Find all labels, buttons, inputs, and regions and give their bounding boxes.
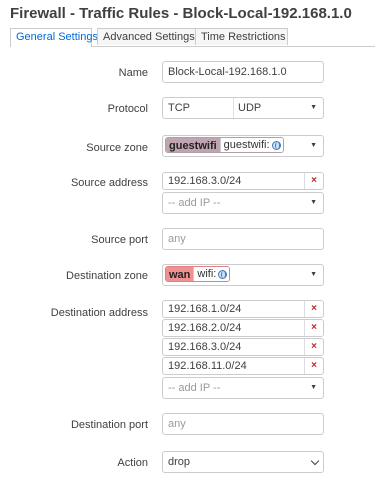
destination-address-entry: 192.168.1.0/24 × xyxy=(162,300,324,318)
tab-time-restrictions[interactable]: Time Restrictions xyxy=(195,28,288,45)
zone-network: guestwifi: xyxy=(219,138,283,152)
chevron-down-icon: ▼ xyxy=(310,199,317,206)
zone-badge-guestwifi: guestwifi guestwifi: xyxy=(165,137,284,153)
destination-address-entry: 192.168.2.0/24 × xyxy=(162,319,324,337)
source-address-value: 192.168.3.0/24 xyxy=(168,175,242,187)
add-ip-placeholder: -- add IP -- xyxy=(168,382,221,394)
destination-address-entry: 192.168.11.0/24 × xyxy=(162,357,324,375)
destination-address-value: 192.168.3.0/24 xyxy=(168,341,242,353)
zone-network-name: guestwifi: xyxy=(223,139,270,151)
network-globe-icon xyxy=(271,140,281,150)
source-zone-label: Source zone xyxy=(86,142,148,154)
action-label: Action xyxy=(117,457,148,469)
destination-zone-select[interactable]: wan wifi: ▼ xyxy=(162,264,324,286)
remove-icon[interactable]: × xyxy=(304,358,323,374)
tab-advanced-settings[interactable]: Advanced Settings xyxy=(97,28,199,45)
destination-port-input[interactable]: any xyxy=(162,413,324,435)
destination-address-entry: 192.168.3.0/24 × xyxy=(162,338,324,356)
source-address-label: Source address xyxy=(70,177,148,189)
zone-network: wifi: xyxy=(193,267,230,281)
tab-general-settings[interactable]: General Settings xyxy=(10,28,98,47)
source-address-add-select[interactable]: -- add IP -- ▼ xyxy=(162,192,324,214)
source-port-input[interactable]: any xyxy=(162,228,324,250)
destination-address-add-select[interactable]: -- add IP -- ▼ xyxy=(162,377,324,399)
network-globe-icon xyxy=(218,269,228,279)
remove-icon[interactable]: × xyxy=(304,301,323,317)
destination-zone-label: Destination zone xyxy=(66,270,148,282)
source-address-entry: 192.168.3.0/24 × xyxy=(162,172,324,190)
destination-port-label: Destination port xyxy=(70,419,148,431)
protocol-tcp: TCP xyxy=(168,102,190,114)
name-input[interactable]: Block-Local-192.168.1.0 xyxy=(162,61,324,83)
source-port-label: Source port xyxy=(91,234,148,246)
source-zone-select[interactable]: guestwifi guestwifi: ▼ xyxy=(162,135,324,157)
protocol-label: Protocol xyxy=(107,103,148,115)
protocol-select[interactable]: TCP UDP ▼ xyxy=(162,97,324,119)
chevron-down-icon xyxy=(310,456,320,466)
zone-network-name: wifi: xyxy=(197,268,217,280)
action-select[interactable]: drop xyxy=(162,451,324,473)
remove-icon[interactable]: × xyxy=(304,320,323,336)
name-label: Name xyxy=(118,67,148,79)
action-value: drop xyxy=(168,456,191,468)
page-title: Firewall - Traffic Rules - Block-Local-1… xyxy=(10,5,352,22)
destination-address-value: 192.168.1.0/24 xyxy=(168,303,242,315)
destination-address-value: 192.168.11.0/24 xyxy=(168,360,247,372)
zone-name: wan xyxy=(166,267,194,281)
tab-bar: General Settings Advanced Settings Time … xyxy=(10,28,375,47)
add-ip-placeholder: -- add IP -- xyxy=(168,197,221,209)
chevron-down-icon: ▼ xyxy=(310,142,317,149)
protocol-udp: UDP xyxy=(233,98,261,118)
remove-icon[interactable]: × xyxy=(304,339,323,355)
destination-address-value: 192.168.2.0/24 xyxy=(168,322,242,334)
remove-icon[interactable]: × xyxy=(304,173,323,189)
zone-badge-wan: wan wifi: xyxy=(165,266,231,282)
chevron-down-icon: ▼ xyxy=(310,271,317,278)
destination-address-label: Destination address xyxy=(50,307,148,319)
zone-name: guestwifi xyxy=(166,138,220,152)
chevron-down-icon: ▼ xyxy=(310,384,317,391)
chevron-down-icon: ▼ xyxy=(310,104,317,111)
